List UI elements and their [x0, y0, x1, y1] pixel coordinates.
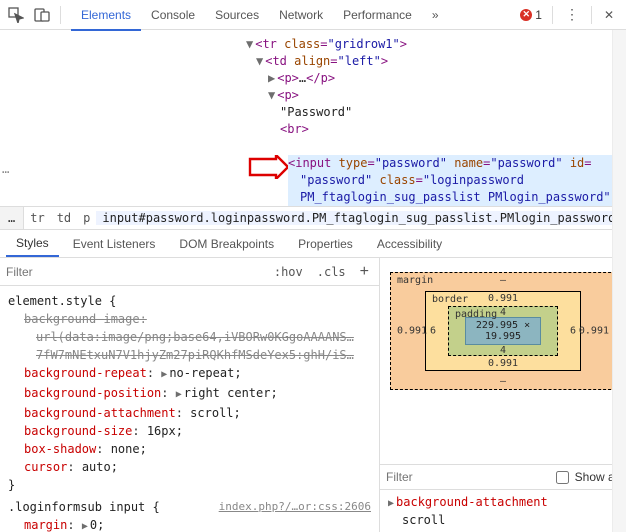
sidebar-tabs: Styles Event Listeners DOM Breakpoints P… [0, 230, 626, 258]
dom-tree[interactable]: ▼<tr class="gridrow1"> ▼<td align="left"… [0, 30, 626, 206]
kebab-menu-icon[interactable]: ⋮ [557, 6, 587, 23]
computed-filter-input[interactable] [386, 470, 550, 484]
breadcrumb-p[interactable]: p [77, 211, 96, 225]
subtab-properties[interactable]: Properties [288, 230, 363, 257]
vertical-scrollbar[interactable] [612, 30, 626, 532]
subtab-dom-breakpoints[interactable]: DOM Breakpoints [169, 230, 284, 257]
hov-toggle[interactable]: :hov [270, 265, 307, 279]
content-size: 229.995 × 19.995 [465, 317, 541, 345]
breadcrumb-selected[interactable]: input#password.loginpassword.PM_ftaglogi… [96, 211, 626, 225]
selected-dom-node[interactable]: <input type="password" name="password" i… [288, 155, 612, 206]
breadcrumb-tr[interactable]: tr [24, 211, 50, 225]
dom-breadcrumb: … tr td p input#password.loginpassword.P… [0, 206, 626, 230]
selector-element-style: element.style { [8, 292, 371, 310]
lower-panel: :hov .cls + element.style { background-i… [0, 258, 626, 532]
border-label: border [432, 294, 468, 305]
tabs-overflow[interactable]: » [422, 0, 449, 30]
padding-label: padding [455, 309, 497, 320]
error-badge[interactable]: ✕ 1 [514, 8, 548, 22]
overflow-dots: ⋯ [2, 165, 10, 179]
tab-sources[interactable]: Sources [205, 0, 269, 30]
source-link[interactable]: index.php?/…or:css:2606 [219, 498, 371, 516]
main-tabs: Elements Console Sources Network Perform… [71, 0, 512, 30]
error-count: 1 [535, 8, 542, 22]
breadcrumb-td[interactable]: td [51, 211, 77, 225]
tab-network[interactable]: Network [269, 0, 333, 30]
margin-label: margin [397, 275, 433, 286]
inspect-icon[interactable] [4, 3, 28, 27]
red-arrow-annotation [248, 155, 288, 182]
styles-pane: :hov .cls + element.style { background-i… [0, 258, 380, 532]
computed-pane: margin – border 0.991 6 6 0.991 padding … [380, 258, 626, 532]
computed-list[interactable]: ▶background-attachment scroll [380, 490, 626, 532]
cls-toggle[interactable]: .cls [313, 265, 350, 279]
error-icon: ✕ [520, 9, 532, 21]
box-model[interactable]: margin – border 0.991 6 6 0.991 padding … [380, 258, 626, 464]
breadcrumb-scroll-left[interactable]: … [0, 207, 24, 229]
subtab-event-listeners[interactable]: Event Listeners [63, 230, 166, 257]
tab-performance[interactable]: Performance [333, 0, 422, 30]
styles-body[interactable]: element.style { background-image: url(da… [0, 286, 379, 532]
tab-elements[interactable]: Elements [71, 0, 141, 30]
selector-loginformsub: .loginformsub input {index.php?/…or:css:… [8, 498, 371, 516]
styles-filter-input[interactable] [6, 265, 264, 279]
device-toggle-icon[interactable] [30, 3, 54, 27]
close-icon[interactable]: ✕ [596, 8, 622, 22]
devtools-toolbar: Elements Console Sources Network Perform… [0, 0, 626, 30]
subtab-accessibility[interactable]: Accessibility [367, 230, 452, 257]
subtab-styles[interactable]: Styles [6, 230, 59, 257]
show-all-checkbox[interactable] [556, 471, 569, 484]
new-style-rule-button[interactable]: + [356, 263, 373, 281]
tab-console[interactable]: Console [141, 0, 205, 30]
